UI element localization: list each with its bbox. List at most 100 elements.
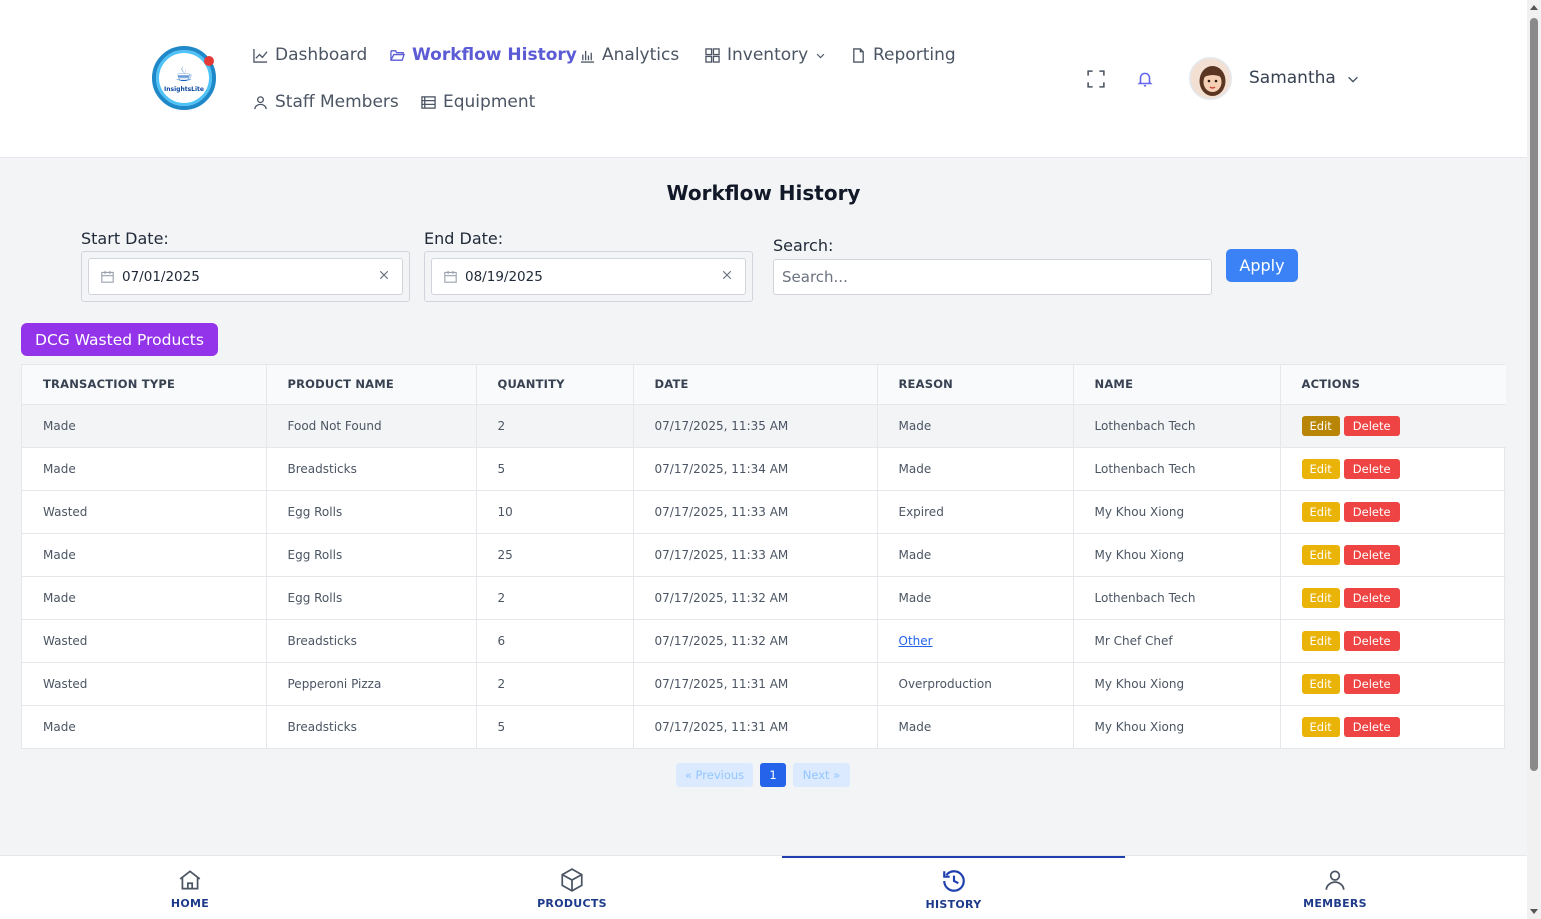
apply-button[interactable]: Apply [1226,249,1298,282]
col-product-name[interactable]: PRODUCT NAME [266,365,477,405]
end-date-field[interactable]: 08/19/2025 [431,258,746,295]
list-icon [421,95,436,109]
start-date-field[interactable]: 07/01/2025 [88,258,403,295]
user-avatar[interactable] [1189,57,1232,100]
pagination-previous[interactable]: « Previous [676,763,753,787]
start-date-picker: 07/01/2025 [81,251,410,302]
cell-date: 07/17/2025, 11:34 AM [633,447,878,491]
pagination-next[interactable]: Next » [793,763,850,787]
delete-button[interactable]: Delete [1343,458,1400,479]
nav-reporting[interactable]: Reporting [851,45,956,65]
table-row: Made Breadsticks 5 07/17/2025, 11:31 AM … [22,705,1506,748]
cell-product: Breadsticks [266,619,477,663]
edit-button[interactable]: Edit [1301,716,1340,737]
nav-workflow-history[interactable]: Workflow History [390,45,577,65]
search-input[interactable] [773,259,1212,295]
delete-button[interactable]: Delete [1343,544,1400,565]
cell-product: Egg Rolls [266,533,477,577]
col-transaction-type[interactable]: TRANSACTION TYPE [22,365,267,405]
cell-type: Wasted [22,490,267,534]
bottom-nav-history[interactable]: HISTORY [782,856,1125,919]
cell-type: Made [22,576,267,620]
bottom-nav-home[interactable]: HOME [150,856,230,919]
cell-actions: Edit Delete [1280,533,1506,577]
wasted-products-button[interactable]: DCG Wasted Products [21,323,218,356]
scroll-up-arrow[interactable] [1530,5,1538,10]
nav-staff-members-label: Staff Members [275,92,399,112]
pagination-page-current[interactable]: 1 [760,763,786,787]
line-chart-icon [253,48,268,63]
nav-analytics[interactable]: Analytics [580,45,679,65]
col-actions: ACTIONS [1280,365,1506,405]
page-scrollbar[interactable] [1527,0,1541,919]
nav-staff-members[interactable]: Staff Members [253,92,399,112]
table-row: Wasted Pepperoni Pizza 2 07/17/2025, 11:… [22,662,1506,706]
fullscreen-icon[interactable] [1087,70,1105,88]
table-row: Made Egg Rolls 25 07/17/2025, 11:33 AM M… [22,533,1506,577]
cell-qty: 2 [476,662,634,706]
delete-button[interactable]: Delete [1343,415,1400,436]
cell-product: Food Not Found [266,404,477,448]
scroll-down-arrow[interactable] [1530,909,1538,914]
cell-actions: Edit Delete [1280,619,1506,663]
close-icon[interactable] [721,269,733,281]
bottom-nav-history-label: HISTORY [925,897,982,911]
cell-actions: Edit Delete [1280,447,1506,491]
history-icon [942,869,965,892]
cell-qty: 10 [476,490,634,534]
cell-actions: Edit Delete [1280,662,1506,706]
cell-type: Made [22,404,267,448]
cell-actions: Edit Delete [1280,404,1506,448]
file-icon [853,47,864,63]
logo-text: InsightsLite [164,85,204,93]
cell-date: 07/17/2025, 11:31 AM [633,662,878,706]
delete-button[interactable]: Delete [1343,587,1400,608]
folder-open-icon [390,49,405,61]
edit-button[interactable]: Edit [1301,673,1340,694]
edit-button[interactable]: Edit [1301,415,1340,436]
cell-name: Lothenbach Tech [1073,404,1281,448]
user-name[interactable]: Samantha [1249,68,1336,88]
col-quantity[interactable]: QUANTITY [476,365,634,405]
table-row: Made Egg Rolls 2 07/17/2025, 11:32 AM Ma… [22,576,1506,620]
bottom-nav-members[interactable]: MEMBERS [1295,856,1375,919]
bottom-nav-products[interactable]: PRODUCTS [522,856,622,919]
calendar-icon [101,270,114,283]
delete-button[interactable]: Delete [1343,673,1400,694]
col-date[interactable]: DATE [633,365,878,405]
table-row: Made Breadsticks 5 07/17/2025, 11:34 AM … [22,447,1506,491]
cell-name: My Khou Xiong [1073,662,1281,706]
edit-button[interactable]: Edit [1301,501,1340,522]
end-date-value: 08/19/2025 [465,268,543,285]
nav-inventory[interactable]: Inventory [705,45,826,65]
nav-equipment[interactable]: Equipment [421,92,535,112]
cell-reason: Made [877,576,1074,620]
box-icon [561,867,583,892]
nav-dashboard[interactable]: Dashboard [253,45,367,65]
col-name[interactable]: NAME [1073,365,1281,405]
col-reason[interactable]: REASON [877,365,1074,405]
delete-button[interactable]: Delete [1343,716,1400,737]
close-icon[interactable] [378,269,390,281]
cell-name: Lothenbach Tech [1073,576,1281,620]
scroll-thumb[interactable] [1530,18,1538,771]
edit-button[interactable]: Edit [1301,458,1340,479]
cell-reason: Made [877,447,1074,491]
cell-reason: Made [877,533,1074,577]
cell-date: 07/17/2025, 11:32 AM [633,576,878,620]
bell-icon[interactable] [1136,70,1154,88]
reason-other-link[interactable]: Other [899,634,933,648]
chevron-down-icon[interactable] [1346,72,1360,86]
cell-reason: Made [877,705,1074,748]
app-logo[interactable]: ☕ InsightsLite [152,46,216,110]
edit-button[interactable]: Edit [1301,587,1340,608]
user-icon [1325,869,1345,890]
grid-icon [705,47,720,63]
edit-button[interactable]: Edit [1301,630,1340,651]
delete-button[interactable]: Delete [1343,501,1400,522]
bottom-nav-home-label: HOME [170,896,210,910]
edit-button[interactable]: Edit [1301,544,1340,565]
delete-button[interactable]: Delete [1343,630,1400,651]
cell-name: My Khou Xiong [1073,490,1281,534]
bottom-nav-members-label: MEMBERS [1303,896,1367,910]
